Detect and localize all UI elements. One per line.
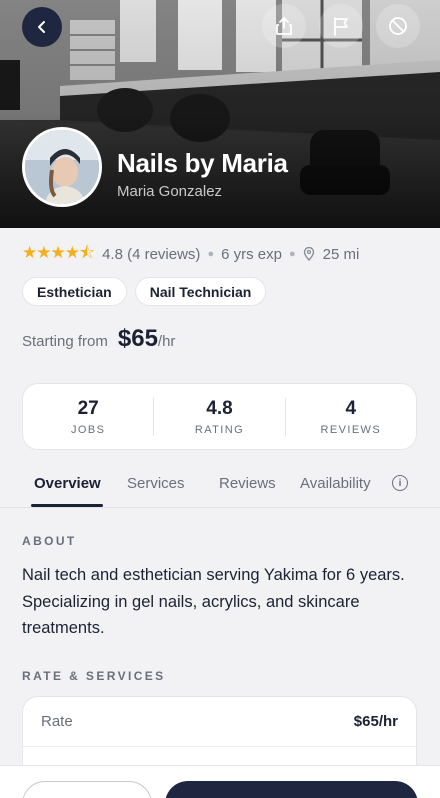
tab-bar: Overview Services Reviews Availability i (0, 466, 440, 508)
stat-label: RATING (194, 423, 245, 436)
stats-card: 27 JOBS 4.8 RATING 4 REVIEWS (22, 383, 417, 450)
separator-dot: ● (288, 248, 296, 260)
flag-icon (334, 17, 348, 36)
about-heading: ABOUT (22, 534, 77, 548)
star-rating-icon: ★★★★⯪ (22, 242, 95, 262)
chip-nail-technician[interactable]: Nail Technician (134, 277, 267, 306)
rating-text[interactable]: 4.8 (4 reviews) (102, 246, 200, 263)
stat-value: 27 (77, 397, 99, 419)
location-pin-icon (303, 247, 314, 261)
provider-meta-row: ★★★★⯪ 4.8 (4 reviews) ● 6 yrs exp ● 25 m… (22, 243, 360, 264)
tab-reviews[interactable]: Reviews (219, 475, 276, 492)
share-icon (276, 17, 292, 35)
starting-price: Starting from $65 /hr (22, 325, 175, 353)
rate-value: $65/hr (353, 713, 398, 730)
stat-label: REVIEWS (320, 423, 382, 436)
distance-text: 25 mi (322, 245, 360, 263)
price-value: $65 (117, 325, 158, 352)
price-unit: /hr (157, 333, 176, 350)
share-button[interactable] (262, 4, 306, 48)
tab-overview[interactable]: Overview (34, 475, 101, 492)
chevron-left-icon (38, 21, 45, 33)
stat-reviews[interactable]: 4 REVIEWS (284, 397, 416, 436)
info-icon[interactable]: i (392, 475, 408, 491)
rate-services-heading: RATE & SERVICES (22, 669, 166, 683)
stat-value: 4.8 (206, 397, 233, 419)
report-button[interactable] (319, 4, 363, 48)
owner-name: Maria Gonzalez (117, 183, 223, 200)
active-tab-indicator (31, 504, 103, 507)
avatar (22, 127, 102, 207)
profile-photo (25, 130, 99, 204)
rate-row: Rate $65/hr (23, 697, 416, 747)
secondary-action-button[interactable] (22, 781, 152, 798)
back-button[interactable] (22, 7, 62, 47)
experience-text: 6 yrs exp (221, 245, 282, 263)
about-text: Nail tech and esthetician serving Yakima… (22, 566, 405, 637)
price-label: Starting from (22, 333, 108, 350)
specialty-chips: Esthetician Nail Technician (22, 277, 267, 306)
tab-availability[interactable]: Availability (300, 475, 371, 492)
provider-name: Nails by Maria (117, 148, 288, 178)
stat-value: 4 (345, 397, 357, 419)
block-button[interactable] (376, 4, 420, 48)
hero-header: Nails by Maria Maria Gonzalez (0, 0, 440, 228)
rate-label: Rate (41, 713, 73, 730)
bottom-action-bar (0, 765, 440, 798)
stat-rating: 4.8 RATING (153, 397, 284, 436)
block-icon (389, 17, 407, 35)
stat-jobs: 27 JOBS (23, 398, 153, 436)
chip-esthetician[interactable]: Esthetician (22, 277, 127, 306)
primary-action-button[interactable] (165, 781, 418, 798)
tab-services[interactable]: Services (127, 475, 185, 492)
separator-dot: ● (207, 248, 215, 260)
stat-label: JOBS (70, 423, 106, 436)
